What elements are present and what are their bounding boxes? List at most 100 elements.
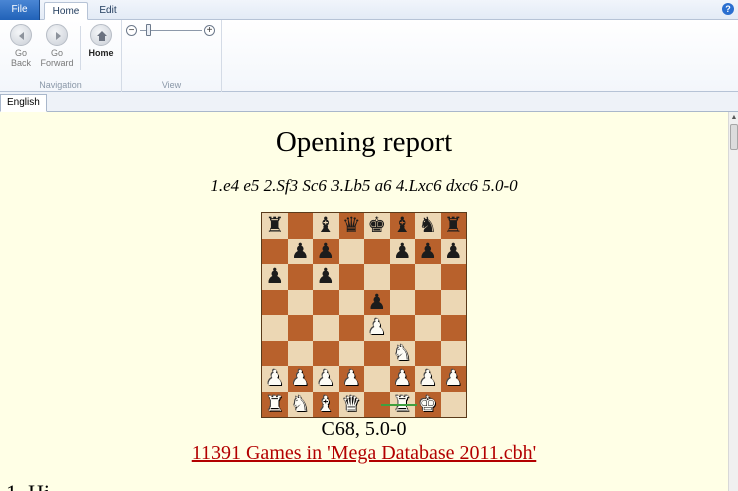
arrow-left-icon <box>10 24 32 46</box>
go-forward-button[interactable]: Go Forward <box>38 24 76 68</box>
scroll-up-icon[interactable]: ▲ <box>730 114 738 122</box>
white-knight-icon[interactable]: ♞ <box>288 392 314 418</box>
white-pawn-icon[interactable]: ♟ <box>339 366 365 392</box>
zoom-in-button[interactable]: + <box>204 25 215 36</box>
tab-file[interactable]: File <box>0 0 40 20</box>
board-square[interactable] <box>440 289 466 315</box>
board-square[interactable] <box>287 340 313 366</box>
white-knight-icon[interactable]: ♞ <box>390 341 416 367</box>
board-square[interactable] <box>440 315 466 341</box>
report-content: Opening report 1.e4 e5 2.Sf3 Sc6 3.Lb5 a… <box>0 112 728 491</box>
board-square[interactable] <box>313 315 339 341</box>
zoom-out-button[interactable]: − <box>126 25 137 36</box>
go-back-label-1: Go <box>14 48 27 58</box>
board-square[interactable] <box>389 315 415 341</box>
home-label: Home <box>88 48 114 58</box>
black-pawn-icon[interactable]: ♟ <box>415 239 441 265</box>
doc-tab-english[interactable]: English <box>0 94 47 112</box>
tab-home[interactable]: Home <box>44 2 88 20</box>
board-square[interactable] <box>313 289 339 315</box>
view-group-label: View <box>161 80 182 90</box>
board-square[interactable] <box>440 264 466 290</box>
eco-code: C68, 5.0-0 <box>321 418 407 440</box>
black-rook-icon[interactable]: ♜ <box>262 213 288 239</box>
black-queen-icon[interactable]: ♛ <box>339 213 365 239</box>
white-pawn-icon[interactable]: ♟ <box>390 366 416 392</box>
board-square[interactable] <box>338 289 364 315</box>
tab-edit[interactable]: Edit <box>90 2 126 20</box>
navigation-group-label: Navigation <box>39 80 82 90</box>
go-forward-label-2: Forward <box>40 58 74 68</box>
white-pawn-icon[interactable]: ♟ <box>262 366 288 392</box>
white-pawn-icon[interactable]: ♟ <box>415 366 441 392</box>
white-pawn-icon[interactable]: ♟ <box>288 366 314 392</box>
help-icon[interactable]: ? <box>722 3 734 15</box>
castling-move-arrow <box>381 404 417 406</box>
scrollbar-thumb[interactable] <box>730 124 738 150</box>
black-pawn-icon[interactable]: ♟ <box>390 239 416 265</box>
board-square[interactable] <box>415 264 441 290</box>
black-pawn-icon[interactable]: ♟ <box>288 239 314 265</box>
go-back-label-2: Back <box>10 58 31 68</box>
ribbon-tab-bar: File Home Edit ? <box>0 0 738 20</box>
white-king-icon[interactable]: ♚ <box>415 392 441 418</box>
board-square[interactable] <box>338 264 364 290</box>
white-pawn-icon[interactable]: ♟ <box>313 366 339 392</box>
board-square[interactable] <box>287 289 313 315</box>
board-square[interactable] <box>364 264 390 290</box>
vertical-scrollbar[interactable]: ▲ <box>728 112 738 491</box>
board-square[interactable] <box>440 391 466 417</box>
board-square[interactable] <box>440 340 466 366</box>
ribbon-group-view: − + View <box>122 20 222 92</box>
games-database-link[interactable]: 11391 Games in 'Mega Database 2011.cbh' <box>0 442 728 465</box>
black-knight-icon[interactable]: ♞ <box>415 213 441 239</box>
board-square[interactable] <box>338 238 364 264</box>
board-square[interactable] <box>262 238 288 264</box>
ribbon-panel: Go Back Go Forward Home Navigation − + V… <box>0 20 738 92</box>
home-icon <box>90 24 112 46</box>
board-square[interactable] <box>262 315 288 341</box>
black-pawn-icon[interactable]: ♟ <box>364 290 390 316</box>
go-back-button[interactable]: Go Back <box>6 24 36 68</box>
black-pawn-icon[interactable]: ♟ <box>441 239 467 265</box>
board-square[interactable] <box>287 315 313 341</box>
black-pawn-icon[interactable]: ♟ <box>313 264 339 290</box>
board-square[interactable] <box>415 340 441 366</box>
ribbon-separator <box>80 26 81 70</box>
black-king-icon[interactable]: ♚ <box>364 213 390 239</box>
board-square[interactable] <box>287 264 313 290</box>
ribbon-group-navigation: Go Back Go Forward Home Navigation <box>0 20 122 92</box>
board-square[interactable] <box>313 340 339 366</box>
white-pawn-icon[interactable]: ♟ <box>364 315 390 341</box>
move-sequence: 1.e4 e5 2.Sf3 Sc6 3.Lb5 a6 4.Lxc6 dxc6 5… <box>210 176 518 195</box>
arrow-right-icon <box>46 24 68 46</box>
section-heading: 1. Hi <box>6 480 50 491</box>
board-square[interactable] <box>262 289 288 315</box>
white-bishop-icon[interactable]: ♝ <box>313 392 339 418</box>
board-square[interactable] <box>364 366 390 392</box>
home-button[interactable]: Home <box>86 24 116 58</box>
black-bishop-icon[interactable]: ♝ <box>390 213 416 239</box>
white-queen-icon[interactable]: ♛ <box>339 392 365 418</box>
board-square[interactable] <box>262 340 288 366</box>
board-square[interactable] <box>389 289 415 315</box>
white-pawn-icon[interactable]: ♟ <box>441 366 467 392</box>
white-rook-icon[interactable]: ♜ <box>262 392 288 418</box>
black-pawn-icon[interactable]: ♟ <box>313 239 339 265</box>
black-rook-icon[interactable]: ♜ <box>441 213 467 239</box>
board-square[interactable] <box>415 289 441 315</box>
board-square[interactable] <box>287 213 313 239</box>
board-square[interactable] <box>364 340 390 366</box>
chess-board[interactable]: ♜♝♛♚♝♞♜♟♟♟♟♟♟♟♟♟♞♟♟♟♟♟♟♟♜♞♝♛♜♚ <box>261 212 467 418</box>
board-square[interactable] <box>389 264 415 290</box>
black-pawn-icon[interactable]: ♟ <box>262 264 288 290</box>
document-tab-strip: English <box>0 92 738 112</box>
board-square[interactable] <box>415 315 441 341</box>
zoom-slider-thumb[interactable] <box>146 24 151 36</box>
page-title: Opening report <box>275 126 453 158</box>
black-bishop-icon[interactable]: ♝ <box>313 213 339 239</box>
go-forward-label-1: Go <box>50 48 63 58</box>
board-square[interactable] <box>338 340 364 366</box>
board-square[interactable] <box>338 315 364 341</box>
board-square[interactable] <box>364 238 390 264</box>
